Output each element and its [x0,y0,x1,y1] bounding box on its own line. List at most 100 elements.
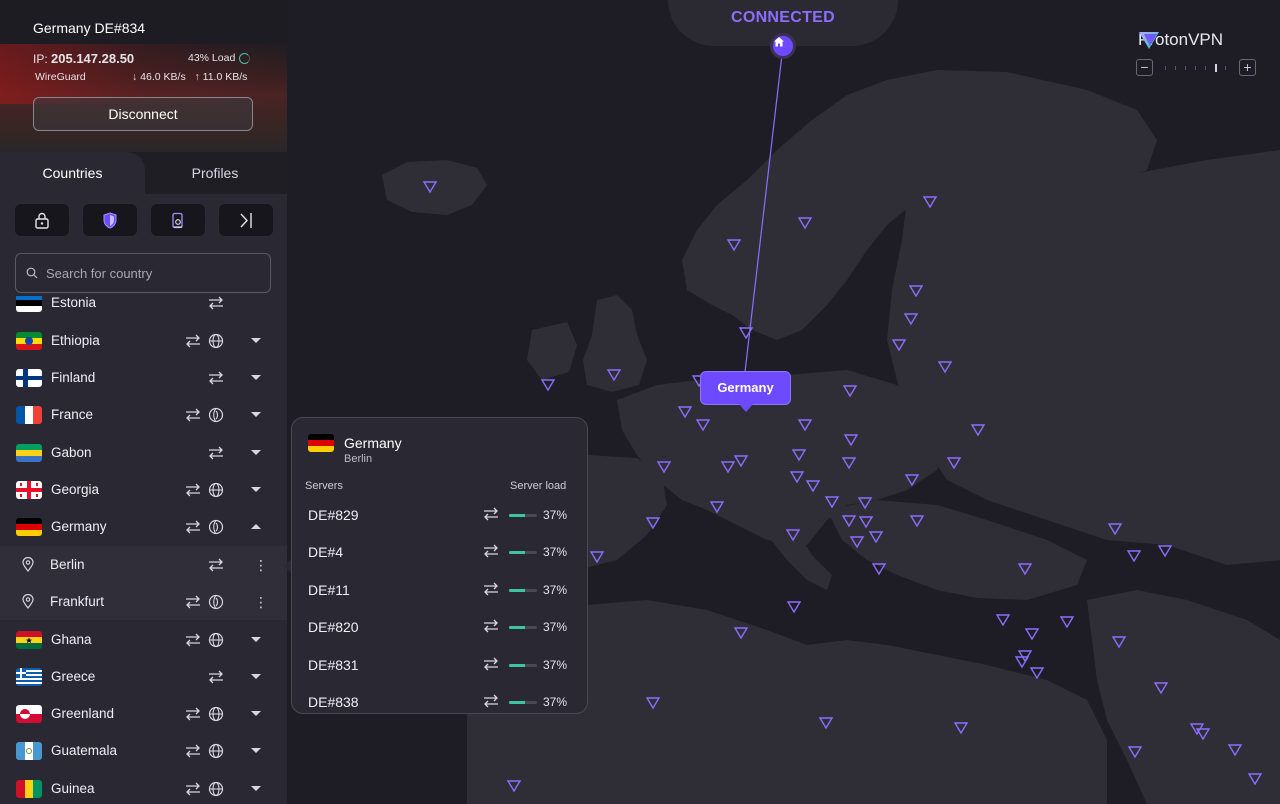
p2p-arrows-icon[interactable] [184,483,202,497]
list-item-greece[interactable]: Greece [0,658,287,695]
globe-icon[interactable] [208,482,224,498]
p2p-arrows-icon[interactable] [184,744,202,758]
globe-icon[interactable] [208,743,224,759]
list-item-city-frankfurt[interactable]: Frankfurt ⋮ [0,583,287,620]
p2p-arrows-icon[interactable] [184,707,202,721]
popover-city: Berlin [344,453,373,465]
ip-label: IP: [33,52,48,66]
france-flag-icon [16,405,42,424]
chevron-down-icon[interactable] [251,450,261,455]
zoom-in-button[interactable]: + [1239,59,1256,76]
p2p-arrows-icon[interactable] [184,782,202,796]
globe-icon[interactable] [208,781,224,797]
p2p-arrows-icon[interactable] [482,582,500,596]
list-item-estonia[interactable]: Estonia [0,296,287,321]
list-item-georgia[interactable]: Georgia [0,471,287,508]
list-item-city-berlin[interactable]: Berlin ⋮ [0,546,287,583]
filter-p2p-button[interactable] [219,204,273,236]
tor-onion-icon[interactable] [208,519,224,535]
list-item-germany[interactable]: Germany [0,508,287,545]
server-row[interactable]: DE#829 37% [292,496,587,533]
chevron-down-icon[interactable] [251,711,261,716]
tor-onion-icon[interactable] [208,594,224,610]
p2p-arrows-icon[interactable] [482,657,500,671]
server-load-percent: 37% [543,508,568,522]
server-marker-icon[interactable] [1017,650,1033,663]
tab-countries[interactable]: Countries [0,152,145,194]
server-marker-icon[interactable] [1126,550,1142,563]
tor-onion-icon[interactable] [208,407,224,423]
chevron-down-icon[interactable] [251,375,261,380]
chevron-up-icon[interactable] [251,524,261,529]
map-country-tooltip[interactable]: Germany [700,371,791,412]
chevron-down-icon[interactable] [251,674,261,679]
server-row[interactable]: DE#4 37% [292,533,587,570]
globe-icon[interactable] [208,632,224,648]
server-row[interactable]: DE#831 37% [292,646,587,683]
p2p-arrows-icon[interactable] [184,595,202,609]
server-load-fill [509,664,525,667]
home-location-icon[interactable] [770,33,796,59]
shield-icon [103,211,117,229]
list-item-guatemala[interactable]: Guatemala [0,732,287,769]
chevron-down-icon[interactable] [251,412,261,417]
p2p-arrows-icon[interactable] [184,520,202,534]
server-load-fill [509,514,525,517]
filter-streaming-button[interactable] [151,204,205,236]
p2p-arrows-icon[interactable] [207,558,225,572]
filter-secure-core-button[interactable] [15,204,69,236]
germany-flag-icon [16,517,42,536]
filter-netshield-button[interactable] [83,204,137,236]
p2p-arrows-icon[interactable] [207,371,225,385]
list-item-ghana[interactable]: Ghana [0,621,287,658]
server-row[interactable]: DE#838 37% [292,683,587,713]
p2p-arrows-icon[interactable] [482,619,500,633]
search-input[interactable] [46,265,256,281]
chevron-down-icon[interactable] [251,487,261,492]
country-search[interactable] [15,253,271,293]
more-options-icon[interactable]: ⋮ [254,558,268,572]
disconnect-button[interactable]: Disconnect [33,97,253,131]
list-item-ethiopia[interactable]: Ethiopia [0,322,287,359]
p2p-arrows-icon[interactable] [184,408,202,422]
chevron-down-icon[interactable] [251,637,261,642]
server-row[interactable]: DE#820 37% [292,608,587,645]
zoom-out-button[interactable]: − [1136,59,1153,76]
chevron-down-icon[interactable] [251,786,261,791]
server-row[interactable]: DE#11 37% [292,571,587,608]
p2p-arrows-icon[interactable] [482,544,500,558]
server-load-fill [509,589,525,592]
server-name: DE#829 [308,507,359,523]
upload-arrow-icon: ↑ [194,71,200,83]
server-marker-icon[interactable] [540,379,556,392]
zoom-slider[interactable] [1159,63,1233,73]
list-item-guinea[interactable]: Guinea [0,770,287,804]
list-item-gabon[interactable]: Gabon [0,434,287,471]
server-marker-icon[interactable] [1059,616,1075,629]
server-marker-icon[interactable] [1157,545,1173,558]
p2p-arrows-icon[interactable] [207,446,225,460]
chevron-down-icon[interactable] [251,338,261,343]
p2p-arrows-icon[interactable] [482,694,500,708]
list-item-france[interactable]: France [0,396,287,433]
p2p-arrows-icon[interactable] [207,296,225,310]
p2p-arrows-icon[interactable] [184,334,202,348]
lock-icon [35,212,49,229]
chevron-down-icon[interactable] [251,748,261,753]
server-load-bar [509,701,537,704]
load-ring-icon [239,52,251,64]
country-label: Estonia [51,296,97,310]
server-marker-icon[interactable] [786,601,802,614]
globe-icon[interactable] [208,333,224,349]
list-item-greenland[interactable]: Greenland [0,695,287,732]
list-item-finland[interactable]: Finland [0,359,287,396]
more-options-icon[interactable]: ⋮ [254,595,268,609]
country-label: Finland [51,370,96,385]
p2p-arrows-icon[interactable] [184,633,202,647]
server-marker-icon[interactable] [995,614,1011,627]
tab-profiles[interactable]: Profiles [143,152,287,194]
globe-icon[interactable] [208,706,224,722]
p2p-arrows-icon[interactable] [207,670,225,684]
server-marker-icon[interactable] [1024,628,1040,641]
p2p-arrows-icon[interactable] [482,507,500,521]
